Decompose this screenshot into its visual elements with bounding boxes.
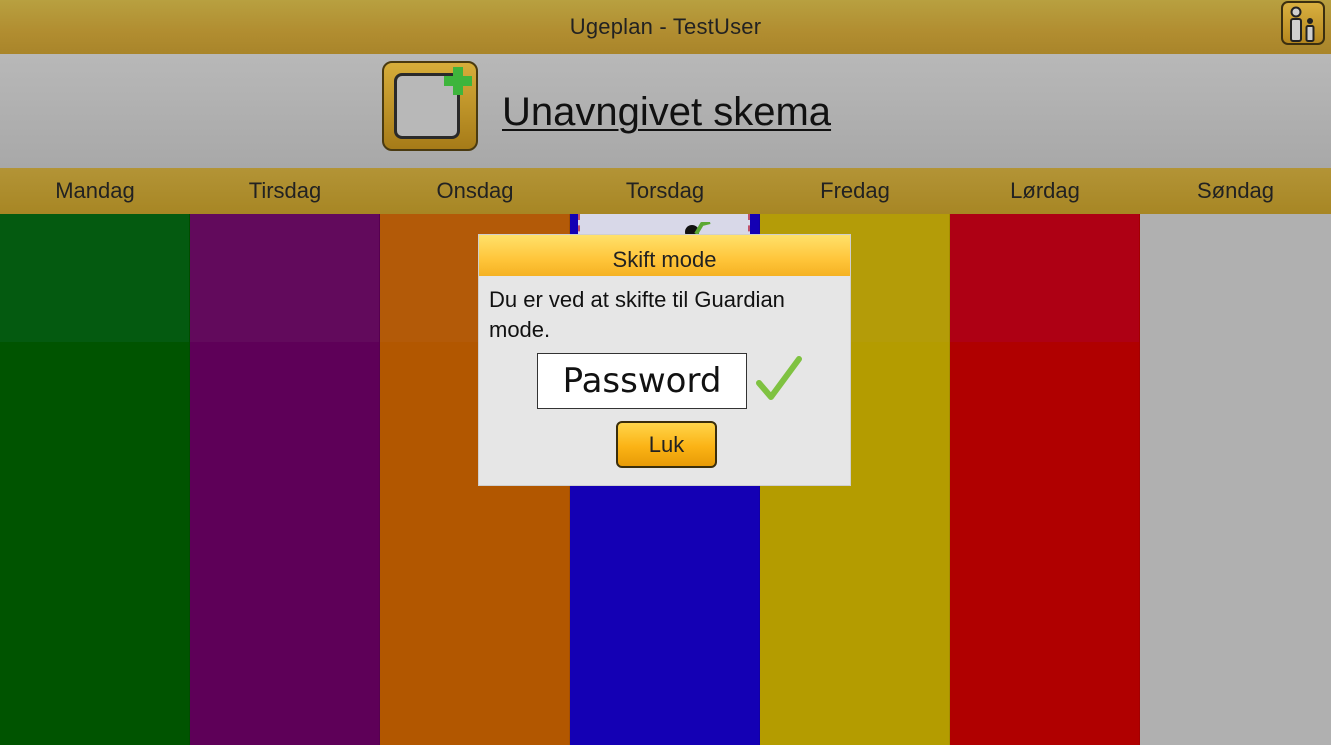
day-header-row: Mandag Tirsdag Onsdag Torsdag Fredag Lør… [0,168,1331,214]
day-column-tirsdag[interactable] [190,214,380,745]
column-top-area [0,214,189,342]
column-top-area [1140,214,1331,342]
mode-toggle-button[interactable] [1281,1,1325,45]
close-button[interactable]: Luk [616,421,717,468]
day-label-torsdag: Torsdag [625,178,705,203]
day-column-sondag[interactable] [1140,214,1331,745]
dialog-message: Du er ved at skifte til Guardian mode. [489,287,785,342]
password-input[interactable]: Password [537,353,747,409]
column-top-area [950,214,1139,342]
app-title: Ugeplan - TestUser [569,14,762,39]
switch-mode-dialog: Skift mode Du er ved at skifte til Guard… [479,235,850,485]
day-label-onsdag: Onsdag [436,178,514,203]
day-label-lordag: Lørdag [1010,178,1080,203]
schedule-name[interactable]: Unavngivet skema [502,90,831,135]
dialog-title: Skift mode [479,235,850,276]
day-label-tirsdag: Tirsdag [248,178,322,203]
day-column-mandag[interactable] [0,214,190,745]
checkmark-icon[interactable] [755,353,803,405]
column-top-area [190,214,379,342]
day-label-fredag: Fredag [820,178,890,203]
day-label-sondag: Søndag [1196,178,1275,203]
title-bar: Ugeplan - TestUser [0,0,1331,54]
day-column-lordag[interactable] [950,214,1140,745]
guardian-citizen-icon [1290,6,1315,42]
new-schedule-button[interactable] [382,61,478,151]
day-label-mandag: Mandag [55,178,135,203]
schedule-header: Unavngivet skema [0,54,1331,168]
add-schedule-icon [444,67,472,95]
